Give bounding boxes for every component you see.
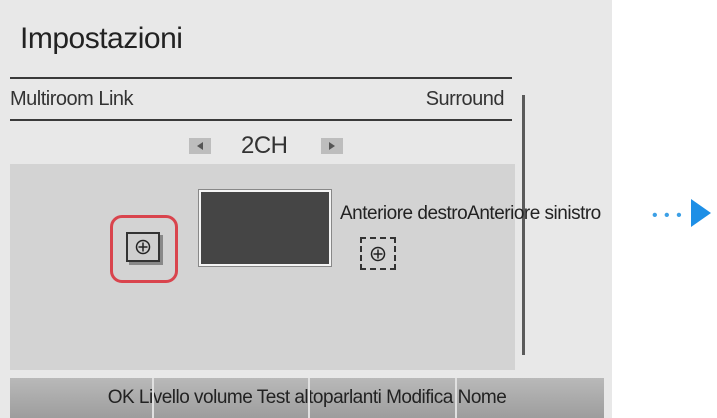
tab-multiroom-link[interactable]: Multiroom Link bbox=[10, 88, 134, 111]
bar-separator bbox=[455, 378, 457, 418]
channel-mode-value: 2CH bbox=[241, 132, 288, 159]
scrollbar[interactable] bbox=[522, 95, 525, 355]
tab-surround[interactable]: Surround bbox=[426, 88, 505, 111]
bar-separator bbox=[308, 378, 310, 418]
tv-screen bbox=[198, 189, 332, 267]
speaker-label: Anteriore destroAnteriore sinistro bbox=[340, 203, 601, 224]
plus-circle-icon bbox=[135, 239, 151, 255]
triangle-right-icon bbox=[329, 142, 335, 150]
bar-separator bbox=[152, 378, 154, 418]
mode-prev-button[interactable] bbox=[189, 138, 211, 154]
triangle-left-icon bbox=[197, 142, 203, 150]
page-title: Impostazioni bbox=[20, 22, 183, 55]
screen: Impostazioni Multiroom Link Surround 2CH bbox=[0, 0, 717, 418]
plus-circle-icon bbox=[370, 246, 386, 261]
dots-icon: • • • bbox=[652, 207, 683, 224]
speaker-front-right[interactable] bbox=[360, 237, 396, 270]
bottom-button-bar[interactable]: OK Livello volume Test altoparlanti Modi… bbox=[10, 378, 604, 418]
mode-next-button[interactable] bbox=[321, 138, 343, 154]
divider-bottom bbox=[10, 119, 512, 121]
divider-top bbox=[10, 77, 512, 79]
speaker-front-left[interactable] bbox=[126, 232, 160, 262]
arrow-right-icon bbox=[691, 199, 711, 227]
